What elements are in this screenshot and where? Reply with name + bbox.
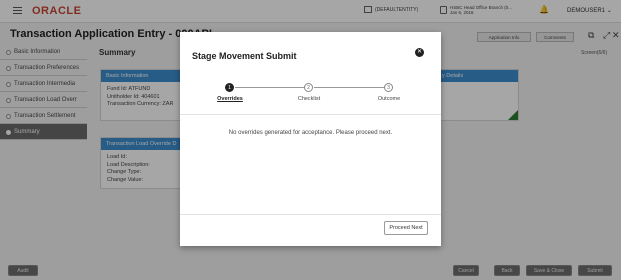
modal-footer-divider <box>180 214 441 215</box>
step-1-indicator[interactable]: 1 <box>225 83 234 92</box>
stage-movement-modal: Stage Movement Submit ✕ 1 2 3 Overrides … <box>180 32 441 246</box>
step-2-indicator[interactable]: 2 <box>304 83 313 92</box>
proceed-next-button[interactable]: Proceed Next <box>384 221 428 235</box>
step-connector <box>235 87 305 88</box>
step-label-overrides[interactable]: Overrides <box>210 96 250 102</box>
step-label-outcome[interactable]: Outcome <box>369 96 409 102</box>
stepper: 1 2 3 Overrides Checklist Outcome <box>180 77 441 115</box>
overrides-message: No overrides generated for acceptance. P… <box>228 130 393 136</box>
close-icon[interactable]: ✕ <box>415 48 424 57</box>
modal-title: Stage Movement Submit <box>192 51 297 61</box>
step-label-checklist[interactable]: Checklist <box>289 96 329 102</box>
step-connector <box>314 87 384 88</box>
step-3-indicator[interactable]: 3 <box>384 83 393 92</box>
